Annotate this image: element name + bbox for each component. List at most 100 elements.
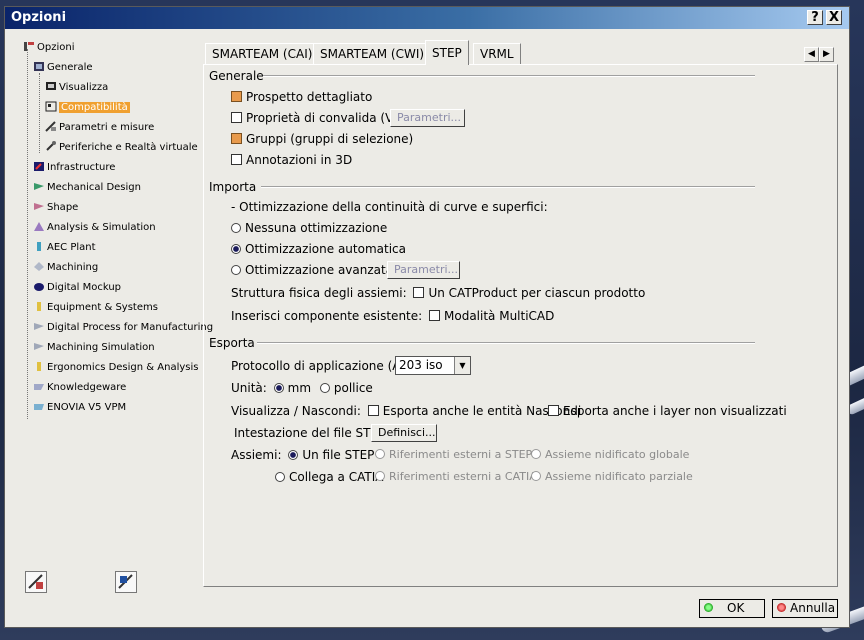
prospetto-checkbox[interactable] xyxy=(231,91,242,102)
assieme-globale-row[interactable]: Assieme nidificato globale xyxy=(531,447,689,463)
opt-auto-radio[interactable] xyxy=(231,243,241,254)
tree-item-label: Parametri e misure xyxy=(59,122,155,133)
tree-item-aec[interactable]: AEC Plant xyxy=(33,239,96,257)
close-button[interactable]: X xyxy=(826,10,842,25)
ok-label: OK xyxy=(727,601,745,615)
prospetto-checkbox-row[interactable]: Prospetto dettagliato xyxy=(231,89,372,105)
tree-item-compatibilita[interactable]: Compatibilità xyxy=(45,99,130,117)
tree-item-shape[interactable]: Shape xyxy=(33,199,78,217)
tree-item-knowledgeware[interactable]: Knowledgeware xyxy=(33,379,126,397)
tree-item-analysis[interactable]: Analysis & Simulation xyxy=(33,219,156,237)
annulla-button[interactable]: Annulla xyxy=(772,599,838,618)
cancel-icon xyxy=(777,603,786,612)
mechanical-design-icon xyxy=(33,181,45,192)
multicad-checkbox[interactable] xyxy=(429,310,441,321)
tree-item-label: AEC Plant xyxy=(47,242,96,253)
tree-item-label: Infrastructure xyxy=(47,162,116,173)
tree-item-machining[interactable]: Machining xyxy=(33,259,98,277)
knowledgeware-icon xyxy=(33,381,45,392)
esporta-layer-checkbox[interactable] xyxy=(548,405,559,416)
assieme-parziale-row[interactable]: Assieme nidificato parziale xyxy=(531,469,693,485)
ok-button[interactable]: OK xyxy=(699,599,765,618)
tree-item-ergonomics[interactable]: Ergonomics Design & Analysis xyxy=(33,359,198,377)
proprieta-checkbox[interactable] xyxy=(231,112,242,123)
rif-step-radio[interactable] xyxy=(375,449,385,459)
opt-adv-radio-row[interactable]: Ottimizzazione avanzata xyxy=(231,262,393,278)
esporta-layer-row[interactable]: Esporta anche i layer non visualizzati xyxy=(548,403,787,419)
assiemi-label: Assiemi: xyxy=(231,448,282,462)
protocollo-label: Protocollo di applicazione (AP) : xyxy=(231,359,421,373)
proprieta-parametri-button[interactable]: Parametri... xyxy=(390,109,465,127)
section-title-esporta: Esporta xyxy=(209,336,255,350)
opt-adv-radio[interactable] xyxy=(231,264,241,275)
parameters-icon xyxy=(45,120,57,132)
tree-root[interactable]: Opzioni xyxy=(23,39,74,57)
annulla-label: Annulla xyxy=(790,601,836,615)
tab-step[interactable]: STEP xyxy=(425,40,469,65)
struttura-checkbox[interactable] xyxy=(413,287,425,298)
tree-options-icon[interactable] xyxy=(25,571,47,593)
tree-item-equipment[interactable]: Equipment & Systems xyxy=(33,299,158,317)
tree-line xyxy=(27,49,28,419)
protocollo-select[interactable]: 203 iso ▼ xyxy=(395,356,471,375)
annotazioni-checkbox[interactable] xyxy=(231,154,242,165)
tree-reset-icon[interactable] xyxy=(115,571,137,593)
tree-item-label: Knowledgeware xyxy=(47,382,127,393)
ottimizzazione-label: - Ottimizzazione della continuità di cur… xyxy=(231,200,548,214)
assieme-globale-label: Assieme nidificato globale xyxy=(545,448,690,461)
tab-vrml[interactable]: VRML xyxy=(473,43,521,64)
tree-line xyxy=(39,73,40,153)
tree-item-periferiche[interactable]: Periferiche e Realtà virtuale xyxy=(45,139,198,157)
un-file-radio[interactable] xyxy=(288,449,299,460)
unita-mm-radio[interactable] xyxy=(273,382,284,393)
tab-smarteam-cai[interactable]: SMARTEAM (CAI) xyxy=(205,43,320,64)
rif-step-row[interactable]: Riferimenti esterni a STEP xyxy=(375,447,532,463)
collega-radio[interactable] xyxy=(275,471,285,482)
tree-item-visualizza[interactable]: Visualizza xyxy=(45,79,108,97)
opt-none-radio-row[interactable]: Nessuna ottimizzazione xyxy=(231,220,387,236)
tree-item-infrastructure[interactable]: Infrastructure xyxy=(33,159,115,177)
tree-item-label: Digital Process for Manufacturing xyxy=(47,322,214,333)
machining-icon xyxy=(33,261,45,272)
tab-scroll-right-icon[interactable]: ▶ xyxy=(819,47,834,62)
enovia-icon xyxy=(33,401,45,412)
rif-catia-label: Riferimenti esterni a CATIA xyxy=(389,470,537,483)
gruppi-checkbox-row[interactable]: Gruppi (gruppi di selezione) xyxy=(231,131,413,147)
esporta-nascondi-checkbox[interactable] xyxy=(367,405,379,416)
tree-item-label: Digital Mockup xyxy=(47,282,122,293)
gruppi-checkbox[interactable] xyxy=(231,133,242,144)
rif-step-label: Riferimenti esterni a STEP xyxy=(389,448,533,461)
rif-catia-radio[interactable] xyxy=(375,471,385,481)
opt-auto-radio-row[interactable]: Ottimizzazione automatica xyxy=(231,241,406,257)
tree-item-label: Ergonomics Design & Analysis xyxy=(47,362,199,373)
tree-item-digital-mockup[interactable]: Digital Mockup xyxy=(33,279,121,297)
collega-row[interactable]: Collega a CATIA xyxy=(275,469,383,485)
opt-none-radio[interactable] xyxy=(231,222,241,233)
assieme-parziale-label: Assieme nidificato parziale xyxy=(545,470,693,483)
tab-smarteam-cwi[interactable]: SMARTEAM (CWI) xyxy=(313,43,432,64)
rif-catia-row[interactable]: Riferimenti esterni a CATIA xyxy=(375,469,537,485)
tree-item-machining-simulation[interactable]: Machining Simulation xyxy=(33,339,155,357)
tab-scroll-left-icon[interactable]: ◀ xyxy=(804,47,819,62)
tree-item-generale[interactable]: Generale xyxy=(33,59,93,77)
unita-pollice-radio[interactable] xyxy=(319,382,330,393)
help-button[interactable]: ? xyxy=(807,10,823,25)
annotazioni-checkbox-row[interactable]: Annotazioni in 3D xyxy=(231,152,352,168)
chevron-down-icon[interactable]: ▼ xyxy=(454,357,470,374)
assieme-globale-radio[interactable] xyxy=(531,449,541,459)
struttura-label: Struttura fisica degli assiemi: xyxy=(231,286,407,300)
opt-adv-parametri-button[interactable]: Parametri... xyxy=(387,261,460,279)
analysis-icon xyxy=(33,221,45,232)
tree-item-digital-process[interactable]: Digital Process for Manufacturing xyxy=(33,319,213,337)
assieme-parziale-radio[interactable] xyxy=(531,471,541,481)
opt-adv-label: Ottimizzazione avanzata xyxy=(245,263,394,277)
devices-icon xyxy=(45,140,57,152)
tree-item-parametri[interactable]: Parametri e misure xyxy=(45,119,154,137)
unita-mm-label: mm xyxy=(287,381,312,395)
infrastructure-icon xyxy=(33,161,45,172)
definisci-button[interactable]: Definisci... xyxy=(371,424,437,442)
tree-item-enovia[interactable]: ENOVIA V5 VPM xyxy=(33,399,126,417)
tree-item-label: Compatibilità xyxy=(59,102,130,113)
tree-item-mechanical[interactable]: Mechanical Design xyxy=(33,179,141,197)
proprieta-checkbox-row[interactable]: Proprietà di convalida (VP) xyxy=(231,110,405,126)
